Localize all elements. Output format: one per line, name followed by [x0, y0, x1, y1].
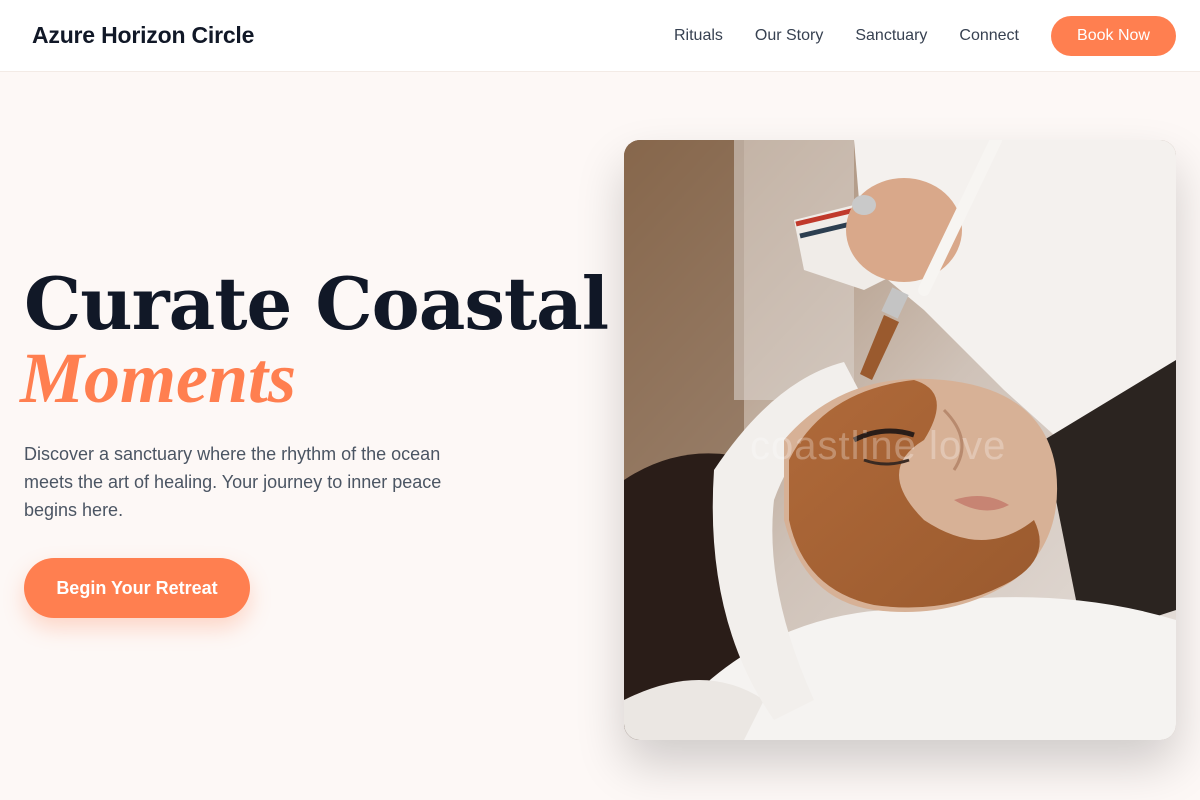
begin-retreat-button[interactable]: Begin Your Retreat [24, 558, 250, 618]
site-header: Azure Horizon Circle Rituals Our Story S… [0, 0, 1200, 72]
hero-headline-accent: Moments [20, 338, 297, 418]
nav-link-rituals[interactable]: Rituals [674, 27, 723, 45]
hero-description: Discover a sanctuary where the rhythm of… [24, 444, 442, 520]
nav-link-our-story[interactable]: Our Story [755, 27, 823, 45]
book-now-button[interactable]: Book Now [1051, 15, 1176, 56]
nav-link-sanctuary[interactable]: Sanctuary [855, 27, 927, 45]
brand-logo[interactable]: Azure Horizon Circle [32, 22, 254, 49]
nav-link-connect[interactable]: Connect [959, 27, 1019, 45]
hero-photo: coastline love [624, 140, 1176, 740]
hero-headline: Curate Coastal [24, 261, 609, 346]
main-nav: Rituals Our Story Sanctuary Connect Book… [674, 15, 1176, 56]
photo-watermark: coastline love [750, 424, 1007, 468]
hero-section: Curate Coastal Moments Discover a sanctu… [20, 261, 609, 618]
